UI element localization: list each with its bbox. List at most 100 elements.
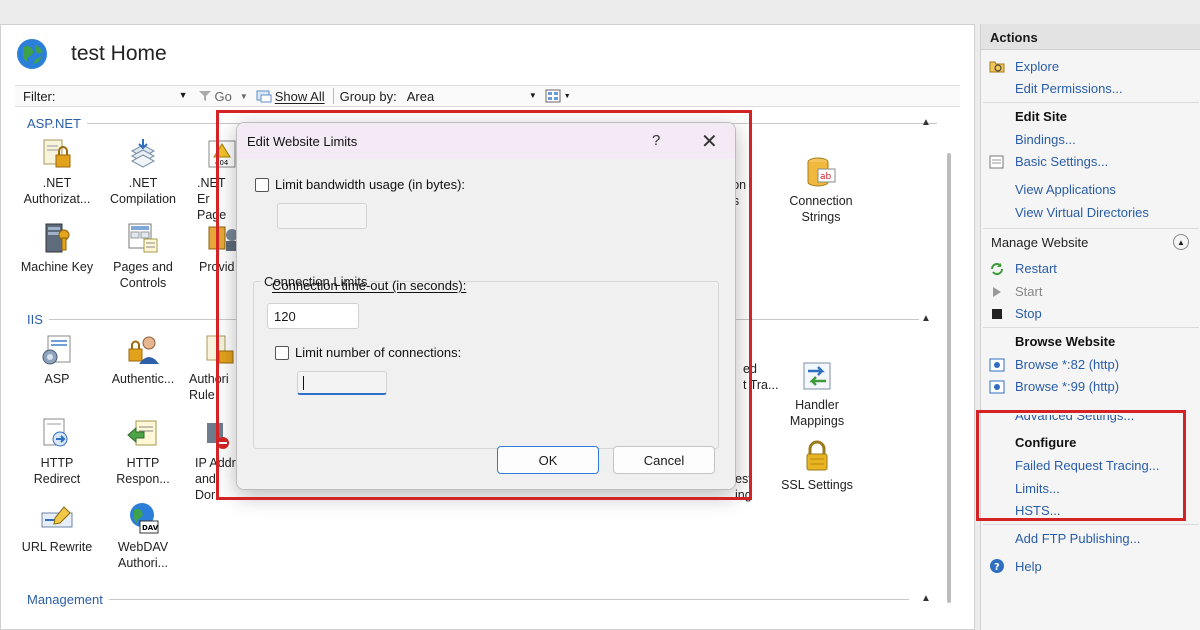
browse-82-icon	[989, 358, 1005, 372]
http-response-icon	[127, 420, 157, 446]
feature-label: WebDAV Authori...	[117, 540, 169, 570]
browse-82-link[interactable]: Browse *:82 (http)	[1015, 357, 1119, 372]
view-toggle-icon[interactable]: ▼	[545, 89, 571, 103]
feature-label: Pages and Controls	[113, 260, 173, 290]
section-divider	[108, 598, 909, 600]
feature-label: .NET Compilation	[109, 176, 176, 206]
feature-asp[interactable]: ASP	[11, 333, 103, 387]
filter-dropdown-icon[interactable]: ▼	[179, 90, 188, 100]
features-scrollbar[interactable]	[945, 135, 953, 625]
group-by-select[interactable]: Area ▼	[407, 89, 537, 104]
restart-link[interactable]: Restart	[1015, 261, 1057, 276]
show-all-button[interactable]: Show All	[256, 89, 325, 104]
asp-icon	[42, 335, 71, 365]
feature-label: ASP	[44, 372, 70, 386]
go-label: Go	[214, 88, 232, 104]
start-icon	[993, 287, 1001, 297]
basic-settings-link[interactable]: Basic Settings...	[1015, 154, 1108, 169]
globe-icon	[17, 39, 47, 69]
feature-net-compilation[interactable]: .NET Compilation	[97, 137, 189, 207]
collapse-management-icon[interactable]: ▲	[921, 593, 931, 604]
http-redirect-icon	[43, 418, 68, 447]
help-icon: ?	[990, 559, 1004, 573]
authentication-user-icon	[128, 336, 159, 364]
go-dropdown-icon[interactable]: ▼	[240, 92, 248, 101]
feature-pages-controls[interactable]: Pages and Controls	[97, 221, 189, 291]
webdav-globe-icon: DAV	[130, 503, 159, 534]
feature-authentication[interactable]: Authentic...	[97, 333, 189, 387]
key-icon	[45, 223, 70, 253]
feature-label: .NET Authorizat...	[23, 176, 91, 206]
show-all-icon	[256, 90, 272, 103]
view-virtual-directories-link[interactable]: View Virtual Directories	[1015, 205, 1149, 220]
authorization-lock-icon	[43, 139, 71, 168]
url-rewrite-icon	[41, 506, 73, 528]
feature-webdav[interactable]: DAV WebDAV Authori...	[97, 501, 189, 571]
divider	[983, 228, 1199, 229]
show-all-label: Show All	[274, 88, 325, 104]
browse-99-link[interactable]: Browse *:99 (http)	[1015, 379, 1119, 394]
restart-icon	[991, 263, 1003, 275]
explore-link[interactable]: Explore	[1015, 59, 1059, 74]
page-title: test Home	[71, 42, 167, 65]
start-link[interactable]: Start	[1015, 284, 1042, 299]
edit-permissions-link[interactable]: Edit Permissions...	[1015, 81, 1123, 96]
feature-http-redirect[interactable]: HTTP Redirect	[11, 417, 103, 487]
highlight-configure-box	[976, 410, 1186, 521]
feature-http-response[interactable]: HTTP Respon...	[97, 417, 189, 487]
feature-label: Connection Strings	[789, 194, 853, 224]
collapse-manage-website-icon[interactable]: ▲	[1173, 234, 1189, 250]
manage-website-heading: Manage Website	[991, 235, 1089, 250]
collapse-iis-icon[interactable]: ▲	[921, 313, 931, 324]
highlight-dialog-box	[216, 110, 752, 500]
feature-ssl-settings[interactable]: SSL Settings	[771, 439, 863, 493]
actions-pane: Actions Explore Edit Permissions... Edit…	[980, 24, 1200, 630]
feature-handler-mappings[interactable]: Handler Mappings	[771, 359, 863, 429]
feature-label: Authentic...	[111, 372, 175, 386]
basic-settings-icon	[989, 155, 1004, 169]
divider	[983, 102, 1199, 103]
group-by-value: Area	[406, 88, 435, 104]
filter-toolbar: Filter: ▼ Go ▼ Show All Group by: Area ▼…	[15, 85, 960, 107]
edit-site-heading: Edit Site	[1015, 109, 1068, 124]
stop-link[interactable]: Stop	[1015, 306, 1042, 321]
section-title-management: Management	[27, 591, 103, 607]
help-link[interactable]: Help	[1015, 559, 1042, 574]
feature-label: Machine Key	[20, 260, 94, 274]
filter-input[interactable]: ▼	[60, 87, 190, 105]
toolbar-divider	[332, 88, 334, 104]
svg-text:?: ?	[994, 562, 1000, 573]
actions-header: Actions	[981, 24, 1200, 50]
feature-net-authorization[interactable]: .NET Authorizat...	[11, 137, 103, 207]
explore-folder-icon	[989, 61, 1005, 73]
svg-text:DAV: DAV	[142, 524, 159, 532]
feature-machine-key[interactable]: Machine Key	[11, 221, 103, 275]
go-button[interactable]: Go ▼	[198, 89, 248, 104]
padlock-icon	[806, 440, 828, 471]
compilation-icon	[130, 139, 156, 168]
browse-99-icon	[989, 380, 1005, 394]
funnel-icon	[198, 91, 211, 101]
section-header-management: Management	[27, 591, 909, 607]
bindings-link[interactable]: Bindings...	[1015, 132, 1076, 147]
svg-text:ab: ab	[820, 172, 832, 182]
feature-label: HTTP Respon...	[116, 456, 170, 486]
feature-url-rewrite[interactable]: URL Rewrite	[11, 501, 103, 555]
feature-connection-strings[interactable]: ab Connection Strings	[775, 155, 867, 225]
add-ftp-publishing-link[interactable]: Add FTP Publishing...	[1015, 531, 1141, 546]
view-applications-link[interactable]: View Applications	[1015, 182, 1116, 197]
feature-label: URL Rewrite	[21, 540, 93, 554]
page-header: test Home	[15, 37, 167, 71]
collapse-aspnet-icon[interactable]: ▲	[921, 117, 931, 128]
database-icon: ab	[807, 157, 836, 187]
scrollbar-thumb[interactable]	[947, 153, 951, 603]
feature-label: HTTP Redirect	[33, 456, 81, 486]
stop-icon	[992, 309, 1002, 319]
feature-label: SSL Settings	[781, 478, 853, 492]
group-by-dropdown-icon[interactable]: ▼	[529, 91, 537, 100]
filter-label: Filter:	[23, 88, 56, 104]
divider	[983, 327, 1199, 328]
handler-mappings-icon	[803, 362, 831, 390]
section-title-aspnet: ASP.NET	[27, 115, 81, 131]
divider	[983, 524, 1199, 525]
